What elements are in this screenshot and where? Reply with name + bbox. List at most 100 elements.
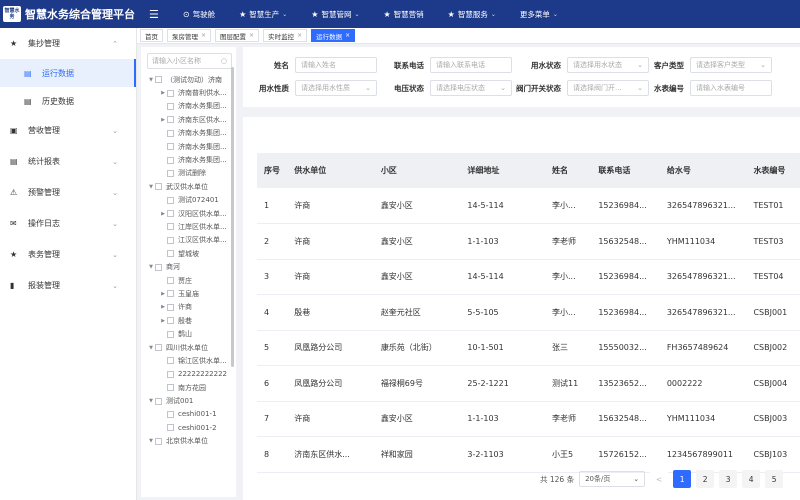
sidebar-item[interactable]: ▮ 报装管理 ⌄ bbox=[0, 270, 136, 301]
close-icon[interactable]: × bbox=[249, 32, 254, 39]
close-icon[interactable]: × bbox=[345, 32, 350, 39]
table-header-cell[interactable]: 小区 bbox=[373, 153, 461, 188]
tree-checkbox[interactable] bbox=[155, 437, 162, 445]
tree-checkbox[interactable] bbox=[167, 156, 174, 164]
tree-node[interactable]: ceshi001-2 bbox=[141, 421, 236, 434]
sidebar-item[interactable]: ★ 集抄管理 ⌃ bbox=[0, 28, 136, 59]
tree-checkbox[interactable] bbox=[167, 384, 174, 392]
page-number-button[interactable]: 2 bbox=[696, 470, 715, 488]
tree-node[interactable]: ▼ 测试001 bbox=[141, 394, 236, 407]
page-tab[interactable]: 泵房管理 × bbox=[167, 29, 212, 42]
top-nav-item[interactable]: ★ 智慧营销 bbox=[371, 0, 435, 28]
close-icon[interactable]: × bbox=[201, 32, 206, 39]
tree-node[interactable]: ▼ 北京供水单位 bbox=[141, 435, 236, 448]
page-number-button[interactable]: 3 bbox=[719, 470, 738, 488]
page-number-button[interactable]: 1 bbox=[673, 470, 692, 488]
filter-select[interactable]: 请选择用水状态 ⌄ bbox=[567, 57, 649, 73]
tree-node[interactable]: ▼ 武汉供水单位 bbox=[141, 180, 236, 193]
tree-checkbox[interactable] bbox=[167, 143, 174, 151]
table-row[interactable]: 6 凤凰路分公司 福禄桐69号 25-2-1221 测试11 13523652... 000… bbox=[257, 365, 800, 402]
tree-node[interactable]: 贾庄 bbox=[141, 274, 236, 287]
tree-toggle-icon[interactable]: ▼ bbox=[147, 398, 155, 404]
filter-select[interactable]: 请选择用水性质 ⌄ bbox=[295, 80, 377, 96]
page-number-button[interactable]: 4 bbox=[742, 470, 761, 488]
page-tab[interactable]: 实时监控 × bbox=[263, 29, 308, 42]
filter-input[interactable]: 请输入联系电话 bbox=[430, 57, 512, 73]
tree-toggle-icon[interactable]: ▼ bbox=[147, 438, 155, 444]
tree-checkbox[interactable] bbox=[167, 116, 174, 124]
tree-toggle-icon[interactable]: ▶ bbox=[159, 318, 167, 324]
tree-checkbox[interactable] bbox=[167, 129, 174, 137]
tree-toggle-icon[interactable]: ▼ bbox=[147, 264, 155, 270]
tree-node[interactable]: 南方花园 bbox=[141, 381, 236, 394]
tree-toggle-icon[interactable]: ▼ bbox=[147, 77, 155, 83]
tree-checkbox[interactable] bbox=[167, 89, 174, 97]
tree-checkbox[interactable] bbox=[167, 102, 174, 110]
filter-select[interactable]: 请选择客户类型 ⌄ bbox=[690, 57, 772, 73]
tree-node[interactable]: ▼ （测试勿动）济南 bbox=[141, 73, 236, 86]
tree-checkbox[interactable] bbox=[167, 317, 174, 325]
tree-checkbox[interactable] bbox=[155, 344, 162, 351]
tree-node[interactable]: ▶ 玉皇庙 bbox=[141, 287, 236, 300]
tree-node[interactable]: ▶ 殷巷 bbox=[141, 314, 236, 327]
filter-select[interactable]: 请选择阀门开... ⌄ bbox=[567, 80, 649, 96]
tree-node[interactable]: 济南水务集团... bbox=[141, 140, 236, 153]
tree-node[interactable]: 锦江区供水单... bbox=[141, 354, 236, 367]
table-row[interactable]: 5 凤凰路分公司 康乐苑（北街） 10-1-501 张三 15550032... FH365… bbox=[257, 330, 800, 366]
tree-toggle-icon[interactable]: ▶ bbox=[159, 211, 167, 217]
tree-toggle-icon[interactable]: ▼ bbox=[147, 345, 155, 351]
tree-toggle-icon[interactable]: ▶ bbox=[159, 291, 167, 297]
table-header-cell[interactable]: 联系电话 bbox=[591, 153, 660, 188]
tree-node[interactable]: 22222222222 bbox=[141, 368, 236, 381]
sidebar-item[interactable]: ▤ 统计报表 ⌄ bbox=[0, 146, 136, 177]
tree-checkbox[interactable] bbox=[167, 210, 174, 218]
tree-checkbox[interactable] bbox=[167, 169, 174, 177]
sidebar-item[interactable]: ▣ 营收管理 ⌄ bbox=[0, 115, 136, 146]
tree-checkbox[interactable] bbox=[167, 370, 174, 378]
page-number-button[interactable]: 5 bbox=[765, 470, 784, 488]
tree-toggle-icon[interactable]: ▶ bbox=[159, 117, 167, 123]
table-row[interactable]: 4 殷巷 赵奎元社区 5-5-105 李小... 15236984... 326547896… bbox=[257, 294, 800, 331]
table-header-cell[interactable]: 水表编号 bbox=[746, 153, 800, 188]
page-tab[interactable]: 图层配置 × bbox=[215, 29, 260, 42]
tree-checkbox[interactable] bbox=[155, 183, 162, 191]
tree-scrollbar[interactable] bbox=[231, 67, 234, 367]
tree-checkbox[interactable] bbox=[155, 397, 162, 405]
top-nav-item[interactable]: ⊙ 驾驶舱 bbox=[171, 0, 227, 28]
tree-node[interactable]: 济南水务集团... bbox=[141, 153, 236, 166]
sidebar-item[interactable]: ✉ 操作日志 ⌄ bbox=[0, 208, 136, 239]
sidebar-item[interactable]: ⚠ 预警管理 ⌄ bbox=[0, 177, 136, 208]
table-header-cell[interactable]: 详细地址 bbox=[460, 153, 546, 188]
filter-select[interactable]: 请选择电压状态 ⌄ bbox=[430, 80, 512, 96]
tree-node[interactable]: ▶ 济南普利供水... bbox=[141, 86, 236, 99]
tree-node[interactable]: ▼ 四川供水单位 bbox=[141, 341, 236, 354]
close-icon[interactable]: × bbox=[297, 32, 302, 39]
tree-node[interactable]: ceshi001-1 bbox=[141, 408, 236, 421]
table-row[interactable]: 2 许商 鑫安小区 1-1-103 李老师 15632548... YHM111034 TES… bbox=[257, 223, 800, 260]
menu-toggle-icon[interactable]: ☰ bbox=[149, 8, 159, 21]
tree-node[interactable]: 测试072401 bbox=[141, 194, 236, 207]
tree-checkbox[interactable] bbox=[167, 196, 174, 204]
tree-node[interactable]: ▼ 商河 bbox=[141, 260, 236, 273]
tree-node[interactable]: ▶ 汉阳区供水单... bbox=[141, 207, 236, 220]
tree-checkbox[interactable] bbox=[155, 263, 162, 271]
tree-checkbox[interactable] bbox=[167, 277, 174, 285]
top-nav-item[interactable]: ★ 智慧生产 ⌄ bbox=[227, 0, 299, 28]
tree-node[interactable]: 望城坡 bbox=[141, 247, 236, 260]
tree-checkbox[interactable] bbox=[167, 303, 174, 311]
table-header-cell[interactable]: 给水号 bbox=[659, 153, 747, 188]
tree-checkbox[interactable] bbox=[167, 236, 174, 244]
table-row[interactable]: 1 许商 鑫安小区 14-5-114 李小... 15236984... 326547896… bbox=[257, 188, 800, 224]
tree-checkbox[interactable] bbox=[167, 330, 174, 338]
page-tab[interactable]: 首页 bbox=[140, 29, 163, 42]
tree-checkbox[interactable] bbox=[167, 250, 174, 258]
prev-page-button[interactable]: < bbox=[650, 470, 669, 488]
tree-node[interactable]: 济南水务集团... bbox=[141, 127, 236, 140]
table-header-cell[interactable]: 供水单位 bbox=[287, 153, 374, 188]
table-header-cell[interactable]: 序号 bbox=[257, 153, 288, 188]
top-nav-item[interactable]: ★ 智慧服务 ⌄ bbox=[436, 0, 508, 28]
top-nav-item[interactable]: ★ 智慧管网 ⌄ bbox=[299, 0, 371, 28]
table-header-cell[interactable]: 姓名 bbox=[545, 153, 592, 188]
tree-node[interactable]: ▶ 许商 bbox=[141, 301, 236, 314]
sidebar-subitem[interactable]: ▤ 历史数据 bbox=[0, 87, 136, 115]
